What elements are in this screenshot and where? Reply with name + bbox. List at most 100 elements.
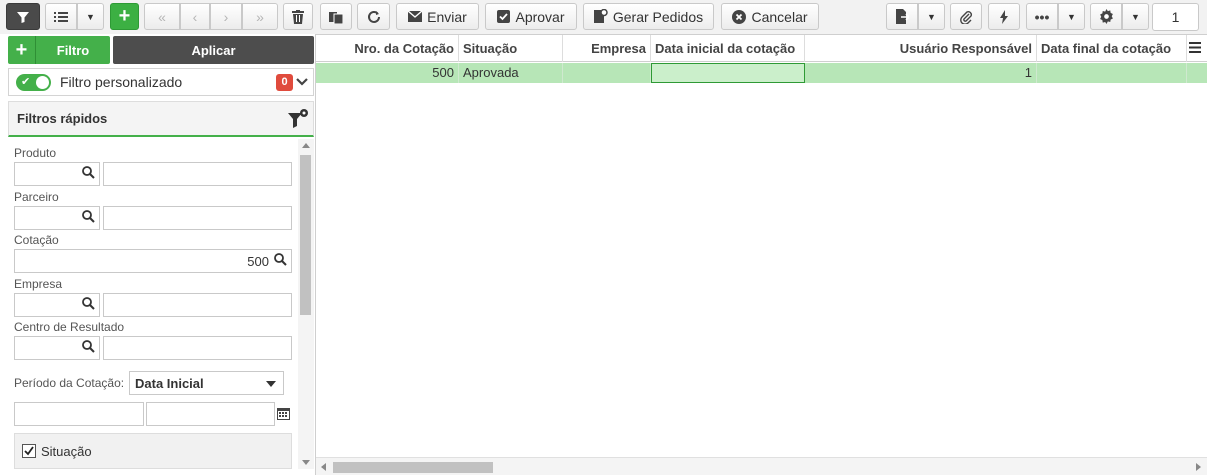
next-record-button[interactable]: › <box>210 3 242 30</box>
custom-filter-label: Filtro personalizado <box>60 74 183 90</box>
scroll-thumb[interactable] <box>333 462 493 473</box>
plus-icon: + <box>8 36 36 64</box>
parceiro-label: Parceiro <box>14 190 59 204</box>
cotacao-value: 500 <box>247 254 269 269</box>
copy-icon <box>329 11 343 24</box>
produto-label: Produto <box>14 146 57 160</box>
periodo-select[interactable]: Data Inicial <box>129 371 284 395</box>
quick-filters-title: Filtros rápidos <box>17 111 108 126</box>
last-record-button[interactable]: » <box>242 3 278 30</box>
delete-button[interactable] <box>283 3 313 30</box>
scroll-thumb[interactable] <box>300 155 311 315</box>
column-header-situacao[interactable]: Situação <box>459 35 563 62</box>
scroll-left-arrow-icon[interactable] <box>321 463 326 471</box>
gerar-pedidos-label: Gerar Pedidos <box>612 8 704 25</box>
first-record-button[interactable]: « <box>144 3 180 30</box>
scroll-up-arrow-icon[interactable] <box>302 143 310 148</box>
scroll-down-arrow-icon[interactable] <box>302 460 310 465</box>
funnel-settings-icon[interactable] <box>287 108 309 130</box>
search-icon[interactable] <box>82 340 95 353</box>
settings-button[interactable] <box>1090 3 1122 30</box>
periodo-start-input[interactable] <box>14 402 144 426</box>
custom-filter-row: ✔ Filtro personalizado 0 <box>8 68 314 96</box>
enviar-button[interactable]: Enviar <box>396 3 479 30</box>
produto-code-input[interactable] <box>14 162 100 186</box>
cancelar-button[interactable]: Cancelar <box>721 3 819 30</box>
search-icon[interactable] <box>82 166 95 179</box>
refresh-icon <box>367 10 380 23</box>
filtro-label: Filtro <box>56 42 90 58</box>
export-button[interactable] <box>886 3 918 30</box>
custom-filter-toggle[interactable]: ✔ <box>16 73 51 91</box>
periodo-label: Período da Cotação: <box>14 376 125 390</box>
produto-description-input[interactable] <box>103 162 292 186</box>
settings-dropdown[interactable]: ▼ <box>1122 3 1149 30</box>
plus-icon: + <box>118 5 131 27</box>
actions-button[interactable] <box>988 3 1020 30</box>
gear-icon <box>1099 9 1113 24</box>
centro-resultado-description-input[interactable] <box>103 336 292 360</box>
filtro-button[interactable]: + Filtro <box>8 36 110 64</box>
copy-button[interactable] <box>320 3 352 30</box>
cell-data-final[interactable] <box>1037 63 1187 83</box>
parceiro-description-input[interactable] <box>103 206 292 230</box>
prev-record-button[interactable]: ‹ <box>180 3 210 30</box>
column-header-nro-cotacao[interactable]: Nro. da Cotação <box>316 35 459 62</box>
calendar-icon[interactable] <box>277 407 290 420</box>
envelope-icon <box>408 11 423 22</box>
add-button[interactable]: + <box>110 3 139 30</box>
check-icon <box>24 446 34 456</box>
aplicar-button[interactable]: Aplicar <box>113 36 314 64</box>
toolbar: ▼ + « ‹ › » Enviar Aprovar Gerar Pedidos… <box>0 0 1207 34</box>
column-header-empresa[interactable]: Empresa <box>563 35 651 62</box>
more-button[interactable]: ••• <box>1026 3 1058 30</box>
chevron-down-icon[interactable] <box>296 76 308 88</box>
cell-empresa[interactable] <box>563 63 651 83</box>
caret-down-icon: ▼ <box>927 11 936 22</box>
column-header-data-final[interactable]: Data final da cotação <box>1037 35 1187 62</box>
cell-data-inicial[interactable] <box>651 63 805 83</box>
cotacao-input[interactable]: 500 <box>14 249 292 273</box>
empresa-code-input[interactable] <box>14 293 100 317</box>
more-dropdown[interactable]: ▼ <box>1058 3 1085 30</box>
aprovar-button[interactable]: Aprovar <box>485 3 577 30</box>
cell-usuario[interactable]: 1 <box>805 63 1037 83</box>
parceiro-code-input[interactable] <box>14 206 100 230</box>
table-row[interactable]: 500 Aprovada 1 <box>316 63 1207 83</box>
search-icon[interactable] <box>82 210 95 223</box>
list-icon <box>54 11 68 22</box>
search-icon[interactable] <box>274 253 287 266</box>
funnel-icon <box>17 11 29 23</box>
column-menu-icon[interactable] <box>1189 42 1201 53</box>
filter-toggle-button[interactable] <box>6 3 40 30</box>
periodo-end-input[interactable] <box>146 402 275 426</box>
double-chevron-left-icon: « <box>158 8 166 25</box>
list-view-dropdown[interactable]: ▼ <box>77 3 104 30</box>
cell-nro-cotacao[interactable]: 500 <box>316 63 459 83</box>
chevron-left-icon: ‹ <box>192 8 198 25</box>
gerar-pedidos-button[interactable]: Gerar Pedidos <box>583 3 714 30</box>
periodo-selected-value: Data Inicial <box>135 376 204 391</box>
centro-resultado-code-input[interactable] <box>14 336 100 360</box>
centro-resultado-label: Centro de Resultado <box>14 320 125 334</box>
grid-horizontal-scrollbar[interactable] <box>316 457 1207 475</box>
column-header-data-inicial[interactable]: Data inicial da cotação <box>651 35 805 62</box>
search-icon[interactable] <box>82 297 95 310</box>
situacao-label: Situação <box>41 443 92 459</box>
list-view-button[interactable] <box>45 3 77 30</box>
scroll-right-arrow-icon[interactable] <box>1196 463 1201 471</box>
cell-situacao[interactable]: Aprovada <box>459 63 563 83</box>
situacao-filter[interactable]: Situação <box>14 433 292 469</box>
situacao-checkbox[interactable] <box>22 444 36 458</box>
enviar-label: Enviar <box>427 8 467 25</box>
caret-down-icon: ▼ <box>1067 11 1076 22</box>
checkbox-checked-icon <box>497 10 511 23</box>
column-header-usuario[interactable]: Usuário Responsável <box>805 35 1037 62</box>
refresh-button[interactable] <box>357 3 390 30</box>
filters-vertical-scrollbar[interactable] <box>298 139 314 469</box>
lightning-icon <box>1000 9 1008 24</box>
attachment-button[interactable] <box>950 3 982 30</box>
page-number-input[interactable]: 1 <box>1152 3 1199 31</box>
empresa-description-input[interactable] <box>103 293 292 317</box>
export-dropdown[interactable]: ▼ <box>918 3 945 30</box>
